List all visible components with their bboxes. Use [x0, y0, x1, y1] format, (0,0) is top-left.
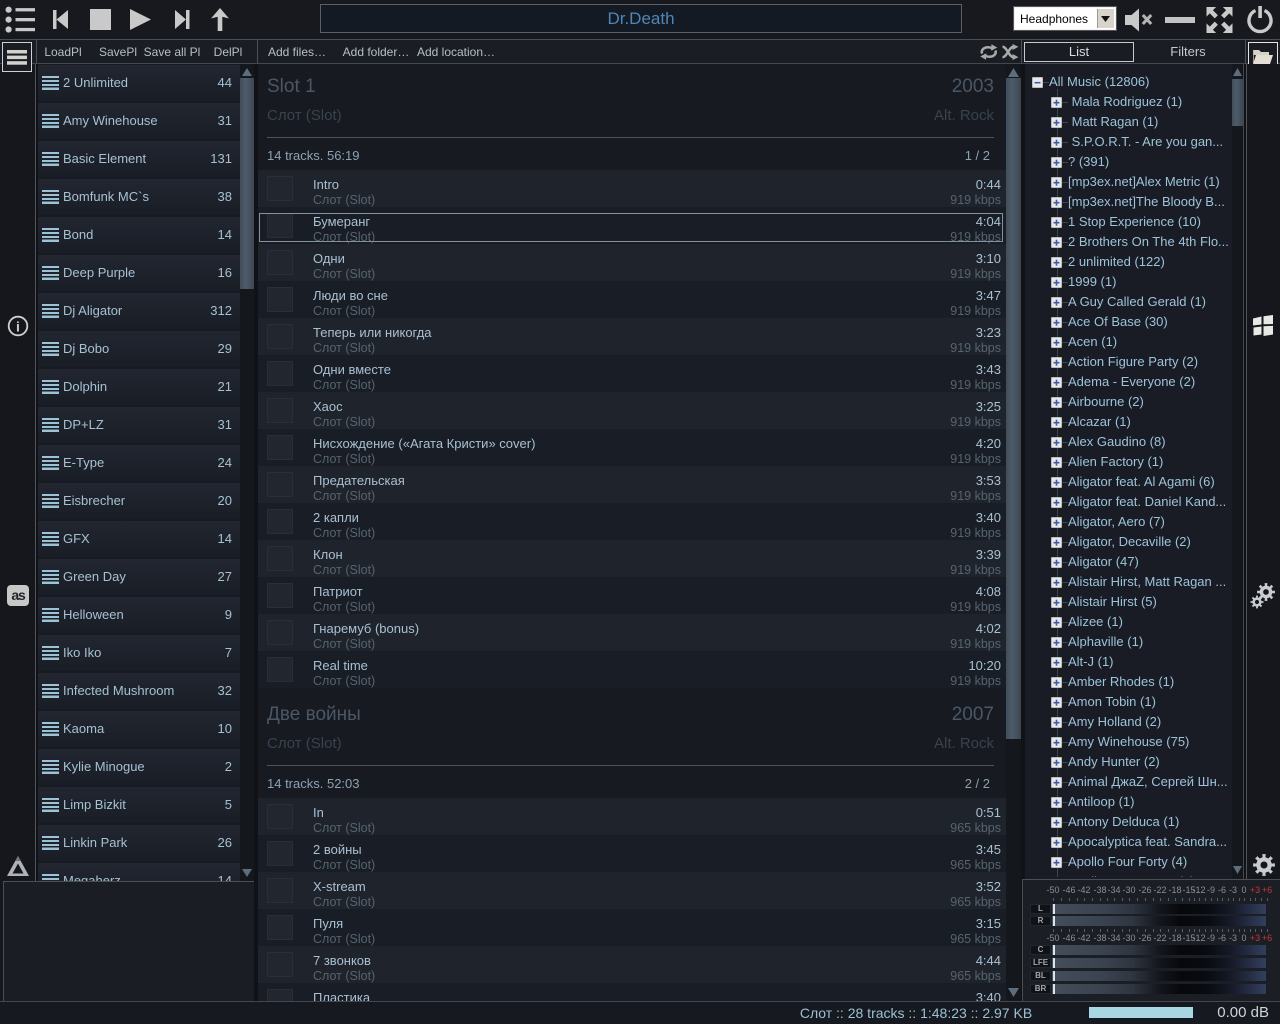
svg-text:i: i [16, 319, 20, 335]
